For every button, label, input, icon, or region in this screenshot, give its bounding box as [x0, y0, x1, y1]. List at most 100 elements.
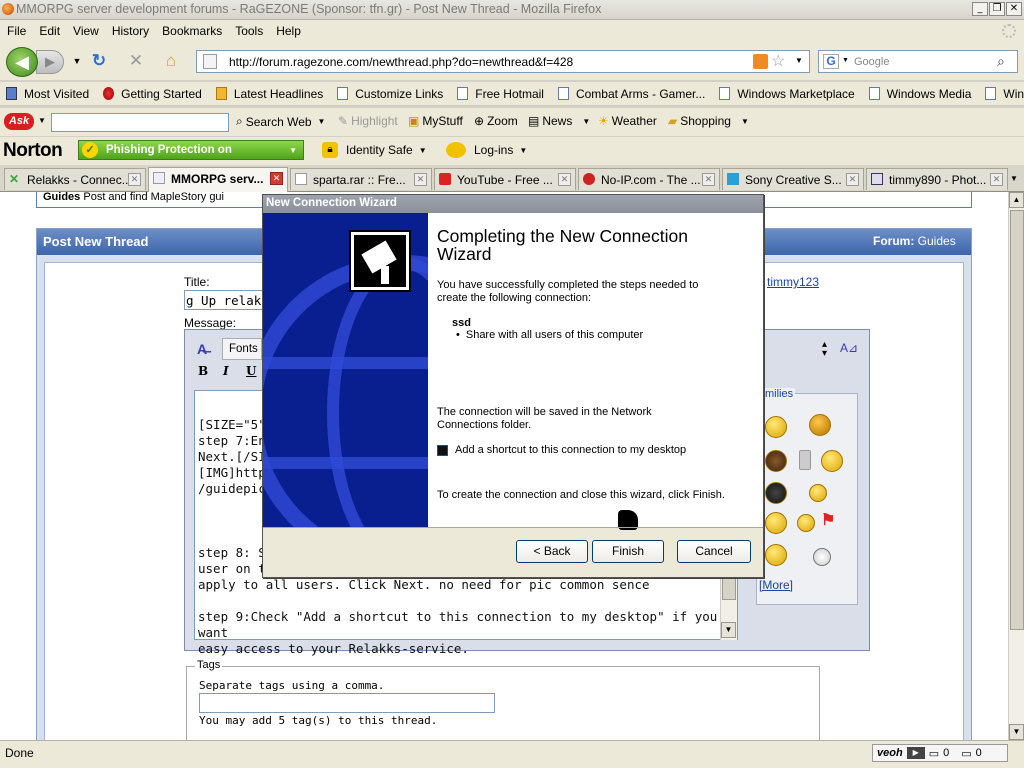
bookmark-free-hotmail[interactable]: Free Hotmail [457, 87, 544, 101]
switch-editor-icon[interactable]: A⊿ [840, 341, 858, 355]
smiley-cool-icon[interactable] [765, 512, 787, 534]
smiley-hat-icon[interactable] [765, 450, 787, 472]
scroll-up-icon[interactable]: ▲ [1009, 192, 1024, 208]
tab-close-icon[interactable]: ✕ [128, 173, 141, 186]
logins-button[interactable]: Log-ins ▼ [446, 142, 527, 158]
menu-view[interactable]: View [73, 24, 99, 38]
smiley-angry-icon[interactable] [809, 414, 831, 436]
rss-icon[interactable] [753, 54, 768, 69]
google-engine-icon[interactable]: G [823, 54, 839, 69]
engine-dropdown-icon[interactable]: ▼ [842, 57, 849, 64]
tags-fieldset: Tags Separate tags using a comma. You ma… [186, 659, 820, 742]
more-smilies-link[interactable]: [More] [759, 578, 793, 592]
tab-timmy890[interactable]: timmy890 - Phot... ✕ [866, 168, 1008, 190]
menu-bookmarks[interactable]: Bookmarks [162, 24, 222, 38]
history-dropdown-icon[interactable]: ▼ [66, 51, 88, 71]
ask-logo-icon[interactable]: Ask [4, 113, 34, 130]
all-tabs-dropdown-icon[interactable]: ▼ [1010, 174, 1018, 183]
tab-sony[interactable]: Sony Creative S... ✕ [722, 168, 864, 190]
status-text: Done [5, 746, 34, 760]
smiley-confused-icon[interactable] [809, 484, 827, 502]
tab-sparta[interactable]: sparta.rar :: Fre... ✕ [290, 168, 432, 190]
search-icon[interactable]: ⌕ [997, 53, 1005, 70]
tab-youtube[interactable]: YouTube - Free ... ✕ [434, 168, 576, 190]
menu-history[interactable]: History [112, 24, 149, 38]
highlight-button[interactable]: ✎ Highlight [338, 114, 398, 128]
bookmark-combat-arms[interactable]: Combat Arms - Gamer... [557, 87, 705, 101]
menu-help[interactable]: Help [276, 24, 301, 38]
tab-close-icon[interactable]: ✕ [702, 173, 715, 186]
back-button[interactable]: < Back [516, 540, 588, 563]
minimize-button[interactable]: _ [972, 2, 988, 16]
smiley-thumbs-icon[interactable] [765, 416, 787, 438]
menu-tools[interactable]: Tools [235, 24, 263, 38]
veoh-widget[interactable]: veoh ▶ ▭ 0 ▭ 0 [872, 744, 1008, 762]
search-web-button[interactable]: ⌕ Search Web ▼ [236, 114, 325, 129]
shortcut-checkbox-row[interactable]: Add a shortcut to this connection to my … [437, 444, 686, 456]
tab-close-icon[interactable]: ✕ [270, 172, 283, 185]
shortcut-checkbox[interactable] [437, 444, 448, 456]
bookmark-most-visited[interactable]: Most Visited [6, 87, 89, 101]
scroll-down-icon[interactable]: ▼ [721, 622, 736, 638]
fonts-dropdown[interactable]: Fonts [222, 338, 262, 360]
italic-icon[interactable]: I [223, 364, 229, 378]
cancel-button[interactable]: Cancel [677, 540, 751, 563]
close-window-button[interactable]: ✕ [1006, 2, 1022, 16]
bookmark-windows-media[interactable]: Windows Media [868, 87, 971, 101]
remove-format-icon[interactable]: A̶ [197, 341, 215, 359]
play-icon[interactable]: ▶ [906, 747, 925, 759]
address-bar[interactable]: http://forum.ragezone.com/newthread.php?… [196, 50, 810, 73]
page-scrollbar[interactable]: ▲ ▼ [1008, 192, 1024, 740]
scroll-thumb[interactable] [1010, 210, 1024, 630]
scroll-down-icon[interactable]: ▼ [1009, 724, 1024, 740]
menu-edit[interactable]: Edit [39, 24, 60, 38]
smiley-flag-icon[interactable]: ⚑ [821, 510, 835, 530]
tab-mmorpg-active[interactable]: MMORPG serv... ✕ [148, 167, 288, 192]
smiley-cup-icon[interactable] [799, 450, 811, 470]
ask-dropdown-icon[interactable]: ▼ [38, 116, 46, 125]
tab-close-icon[interactable]: ✕ [990, 173, 1003, 186]
menu-file[interactable]: File [7, 24, 26, 38]
forum-link[interactable]: Guides [918, 234, 956, 248]
tab-noip[interactable]: No-IP.com - The ... ✕ [578, 168, 720, 190]
tab-relakks[interactable]: ✕ Relakks - Connec... ✕ [4, 168, 146, 190]
weather-button[interactable]: ☀ Weather [598, 114, 657, 128]
phishing-protection-button[interactable]: ✓ Phishing Protection on ▼ [78, 140, 304, 160]
bold-icon[interactable]: B [198, 364, 208, 378]
tags-input[interactable] [199, 693, 495, 713]
maximize-button[interactable]: ❐ [989, 2, 1005, 16]
news-button[interactable]: ▤ News ▼ [528, 114, 590, 128]
back-button[interactable]: ◀ [6, 47, 38, 77]
username-link[interactable]: timmy123 [767, 275, 819, 289]
smilies-box: milies ⚑ [More] [756, 388, 858, 605]
smiley-wolverine-icon[interactable] [765, 544, 787, 566]
forward-button[interactable]: ▶ [36, 50, 64, 74]
bookmark-getting-started[interactable]: Getting Started [103, 87, 202, 101]
reload-icon[interactable]: ↻ [88, 51, 110, 71]
stop-icon[interactable]: ✕ [125, 51, 147, 71]
mystuff-button[interactable]: ▣ MyStuff [408, 114, 463, 128]
identity-safe-button[interactable]: 🔒︎ Identity Safe ▼ [322, 142, 427, 158]
search-bar[interactable]: G ▼ Google ⌕ [818, 50, 1018, 73]
url-dropdown-icon[interactable]: ▼ [795, 56, 803, 65]
bookmark-customize-links[interactable]: Customize Links [337, 87, 443, 101]
underline-icon[interactable]: U [246, 364, 256, 378]
bookmark-windows-marketplace[interactable]: Windows Marketplace [719, 87, 855, 101]
connection-name: ssd [452, 317, 471, 329]
finish-button[interactable]: Finish [592, 540, 664, 563]
smiley-smile-icon[interactable] [797, 514, 815, 532]
tab-close-icon[interactable]: ✕ [558, 173, 571, 186]
home-icon[interactable]: ⌂ [160, 51, 182, 71]
bookmark-windows[interactable]: Windows [985, 87, 1024, 101]
shopping-button[interactable]: ▰ Shopping ▼ [668, 114, 749, 128]
tab-close-icon[interactable]: ✕ [846, 173, 859, 186]
zoom-button[interactable]: ⊕ Zoom [474, 114, 518, 128]
tab-close-icon[interactable]: ✕ [414, 173, 427, 186]
bookmark-latest-headlines[interactable]: Latest Headlines [215, 87, 323, 101]
smiley-pacman-icon[interactable] [821, 450, 843, 472]
resize-editor-icon[interactable]: ▴ ▾ [822, 340, 827, 359]
smiley-ninja-icon[interactable] [765, 482, 787, 504]
smiley-shocked-icon[interactable] [813, 548, 831, 566]
bookmark-star-icon[interactable]: ☆ [771, 51, 785, 71]
ask-search-input[interactable] [51, 113, 229, 132]
